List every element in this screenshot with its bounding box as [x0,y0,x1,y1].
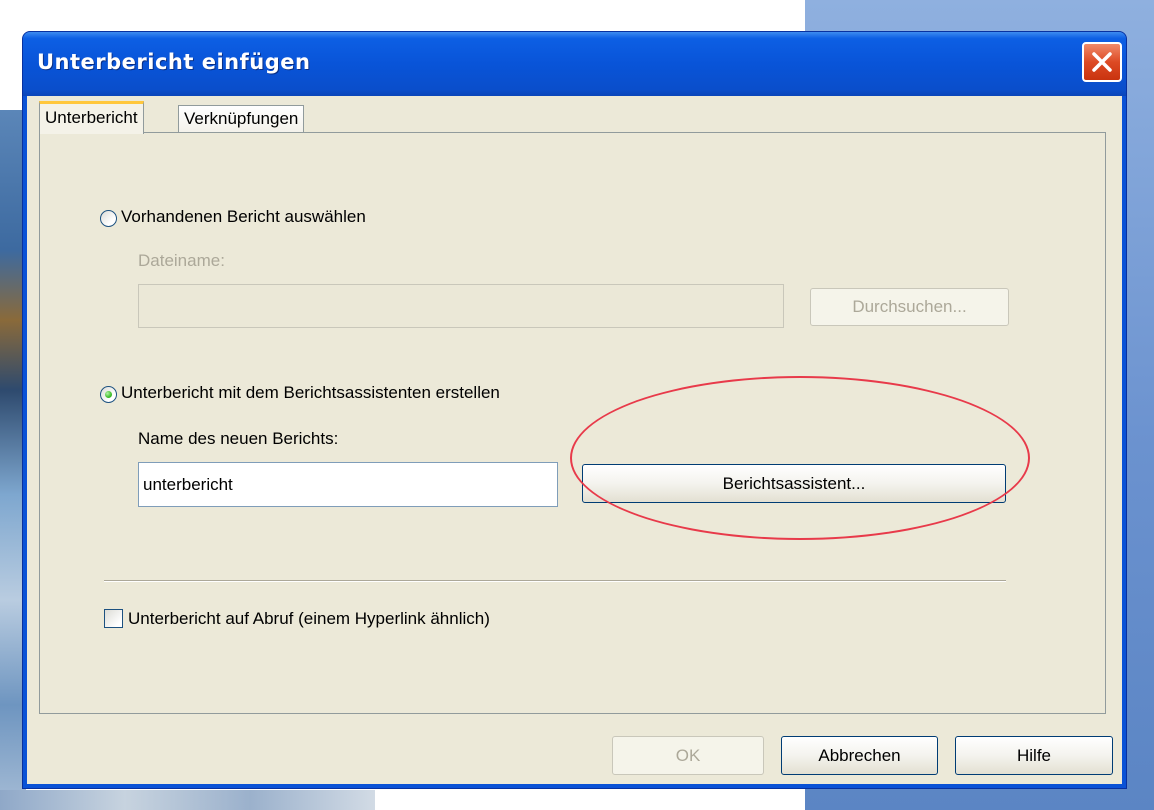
radio-existing-report-label[interactable]: Vorhandenen Bericht auswählen [121,207,366,227]
title-bar[interactable]: Unterbericht einfügen [23,32,1126,96]
report-wizard-button[interactable]: Berichtsassistent... [582,464,1006,503]
radio-existing-report[interactable] [100,210,117,227]
radio-selected-dot [105,391,112,398]
close-button[interactable] [1082,42,1122,82]
separator-line [104,580,1006,582]
dialog-window: Unterbericht einfügen Unterbericht Verkn… [22,31,1127,789]
on-demand-checkbox[interactable] [104,609,123,628]
on-demand-label[interactable]: Unterbericht auf Abruf (einem Hyperlink … [128,609,490,629]
dialog-client-area: Unterbericht Verknüpfungen Vorhandenen B… [27,96,1122,784]
radio-wizard-label[interactable]: Unterbericht mit dem Berichtsassistenten… [121,383,500,403]
close-icon [1092,52,1112,72]
filename-label: Dateiname: [138,251,225,270]
ok-button[interactable]: OK [612,736,764,775]
new-report-name-label: Name des neuen Berichts: [138,429,339,448]
dialog-title: Unterbericht einfügen [37,50,311,74]
desktop-background-bottom [0,790,375,810]
tab-panel: Vorhandenen Bericht auswählen Dateiname:… [39,132,1106,714]
tab-unterbericht[interactable]: Unterbericht [39,101,144,134]
browse-button[interactable]: Durchsuchen... [810,288,1009,326]
new-report-name-input[interactable] [138,462,558,507]
filename-field[interactable] [138,284,784,328]
radio-wizard[interactable] [100,386,117,403]
tab-verknuepfungen[interactable]: Verknüpfungen [178,105,305,133]
help-button[interactable]: Hilfe [955,736,1113,775]
cancel-button[interactable]: Abbrechen [781,736,938,775]
